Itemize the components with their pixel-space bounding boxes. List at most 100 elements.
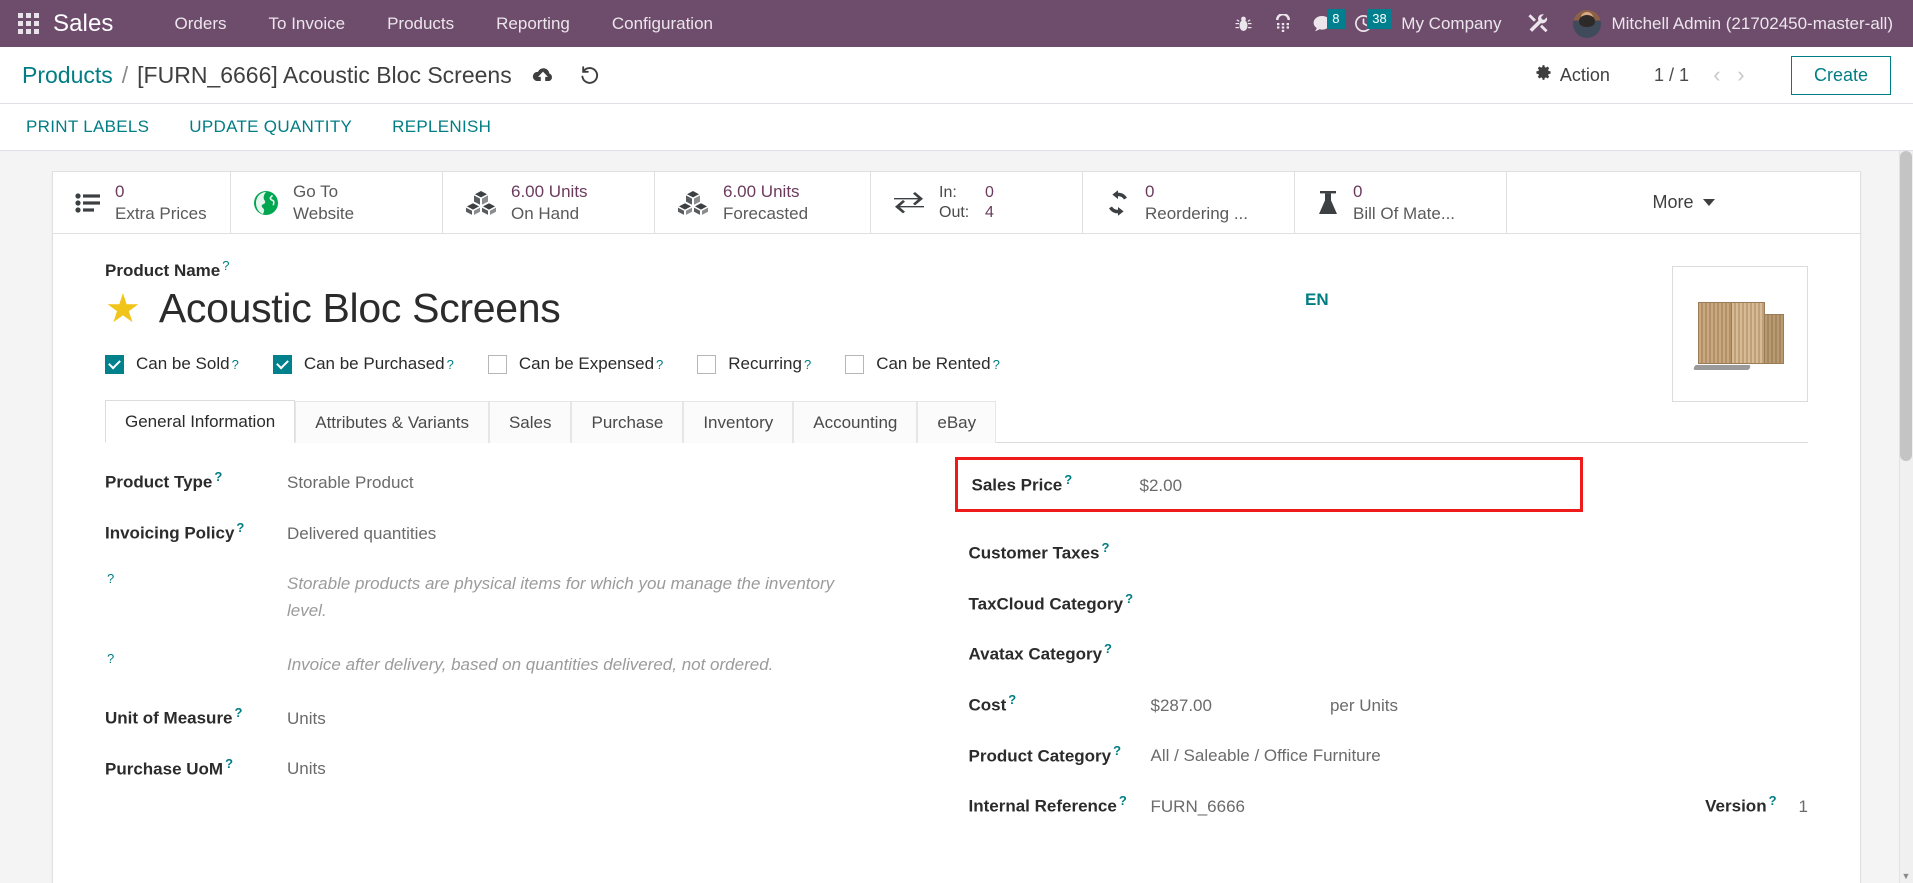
bug-icon[interactable] bbox=[1223, 0, 1263, 47]
tab-ebay[interactable]: eBay bbox=[917, 401, 997, 444]
tab-sales[interactable]: Sales bbox=[488, 401, 572, 444]
help-tooltip-icon[interactable]: ? bbox=[1113, 743, 1121, 758]
more-stat-buttons-dropdown[interactable]: More bbox=[1507, 172, 1860, 233]
user-menu[interactable]: Mitchell Admin (21702450-master-all) bbox=[1559, 9, 1899, 38]
wrench-screwdriver-icon[interactable] bbox=[1519, 0, 1559, 47]
help-tooltip-icon[interactable]: ? bbox=[993, 357, 1000, 372]
help-tooltip-icon[interactable]: ? bbox=[222, 258, 229, 273]
cubes-icon bbox=[677, 190, 709, 216]
help-tooltip-icon[interactable]: ? bbox=[1125, 591, 1133, 606]
field-label: Cost? bbox=[968, 691, 1017, 715]
tab-attributes-variants[interactable]: Attributes & Variants bbox=[295, 401, 489, 444]
product-image[interactable] bbox=[1672, 266, 1808, 402]
update-quantity-button[interactable]: UPDATE QUANTITY bbox=[187, 113, 354, 141]
checkbox-can-be-sold[interactable]: Can be Sold? bbox=[105, 354, 239, 374]
checkbox-box[interactable] bbox=[272, 354, 292, 374]
stat-button-go-to-website[interactable]: Go To Website bbox=[231, 172, 443, 233]
stat-label: On Hand bbox=[511, 203, 580, 223]
field-label: Unit of Measure? bbox=[105, 704, 243, 728]
help-tooltip-icon[interactable]: ? bbox=[1104, 641, 1112, 656]
field-value[interactable]: Units bbox=[287, 759, 326, 779]
checkbox-box[interactable] bbox=[697, 354, 717, 374]
stat-button-box: 0 Extra Prices Go To Website 6.00 Units … bbox=[53, 172, 1860, 234]
field-value[interactable]: $287.00 bbox=[1151, 696, 1212, 716]
field-value[interactable]: FURN_6666 bbox=[1151, 797, 1246, 817]
company-switcher[interactable]: My Company bbox=[1383, 14, 1519, 34]
tab-general-information[interactable]: General Information bbox=[105, 400, 296, 444]
product-name-input[interactable]: Acoustic Bloc Screens bbox=[159, 285, 561, 332]
stat-button-forecasted[interactable]: 6.00 Units Forecasted bbox=[655, 172, 871, 233]
cloud-upload-icon[interactable] bbox=[532, 67, 554, 84]
scrollbar-thumb[interactable] bbox=[1900, 151, 1912, 461]
create-button[interactable]: Create bbox=[1790, 55, 1891, 95]
stat-button-on-hand[interactable]: 6.00 Units On Hand bbox=[443, 172, 655, 233]
stat-button-bill-of-materials[interactable]: 0 Bill Of Mate... bbox=[1295, 172, 1507, 233]
stat-button-in-out[interactable]: In: 0 Out: 4 bbox=[871, 172, 1083, 233]
help-tooltip-icon[interactable]: ? bbox=[225, 756, 233, 771]
checkbox-can-be-purchased[interactable]: Can be Purchased? bbox=[272, 354, 454, 374]
field-label: Product Type? bbox=[105, 469, 223, 492]
checkbox-box[interactable] bbox=[845, 354, 865, 374]
help-tooltip-icon[interactable]: ? bbox=[1769, 793, 1777, 808]
help-tooltip-icon[interactable]: ? bbox=[107, 571, 114, 586]
tab-purchase[interactable]: Purchase bbox=[571, 401, 684, 444]
checkbox-can-be-rented[interactable]: Can be Rented? bbox=[845, 354, 1000, 374]
field-value[interactable]: Delivered quantities bbox=[287, 524, 436, 544]
undo-icon[interactable] bbox=[580, 66, 600, 84]
action-menu[interactable]: Action bbox=[1535, 64, 1610, 86]
nav-item-orders[interactable]: Orders bbox=[154, 0, 248, 47]
nav-item-products[interactable]: Products bbox=[366, 0, 475, 47]
stat-button-extra-prices[interactable]: 0 Extra Prices bbox=[53, 172, 231, 233]
field-value[interactable]: Units bbox=[287, 709, 326, 729]
checkbox-box[interactable] bbox=[487, 354, 507, 374]
field-value[interactable]: Storable Product bbox=[287, 473, 414, 493]
help-tooltip-icon[interactable]: ? bbox=[1008, 692, 1016, 707]
field-invoicing-policy: Invoicing Policy? Delivered quantities bbox=[105, 520, 957, 544]
help-tooltip-icon[interactable]: ? bbox=[1102, 540, 1110, 555]
stat-label: Reordering ... bbox=[1145, 203, 1248, 223]
help-tooltip-icon[interactable]: ? bbox=[804, 357, 811, 372]
navbar-systray: 8 38 My Company Mitchell Admin (21702450… bbox=[1223, 0, 1899, 47]
help-tooltip-icon[interactable]: ? bbox=[1064, 472, 1072, 487]
field-label: Customer Taxes? bbox=[968, 539, 1110, 563]
help-tooltip-icon[interactable]: ? bbox=[656, 357, 663, 372]
checkbox-box[interactable] bbox=[105, 354, 124, 374]
chevron-left-icon[interactable]: ‹ bbox=[1705, 61, 1729, 89]
replenish-button[interactable]: REPLENISH bbox=[390, 113, 493, 141]
sales-price-value[interactable]: $2.00 bbox=[1140, 476, 1183, 496]
flask-icon bbox=[1317, 190, 1339, 216]
record-actions bbox=[532, 66, 626, 84]
messages-icon[interactable]: 8 bbox=[1303, 0, 1345, 47]
tab-inventory[interactable]: Inventory bbox=[683, 401, 794, 444]
stat-button-reordering-rules[interactable]: 0 Reordering ... bbox=[1083, 172, 1295, 233]
field-value[interactable]: 1 bbox=[1799, 797, 1808, 817]
help-tooltip-icon[interactable]: ? bbox=[235, 705, 243, 720]
nav-item-reporting[interactable]: Reporting bbox=[475, 0, 591, 47]
help-tooltip-icon[interactable]: ? bbox=[447, 357, 454, 372]
language-badge[interactable]: EN bbox=[1305, 290, 1329, 310]
tab-accounting[interactable]: Accounting bbox=[793, 401, 918, 444]
vertical-scrollbar[interactable]: ▲ ▼ bbox=[1899, 151, 1913, 883]
activities-clock-icon[interactable]: 38 bbox=[1343, 0, 1392, 47]
checkbox-can-be-expensed[interactable]: Can be Expensed? bbox=[487, 354, 663, 374]
help-tooltip-icon[interactable]: ? bbox=[107, 651, 114, 666]
print-labels-button[interactable]: PRINT LABELS bbox=[24, 113, 151, 141]
favorite-star-icon[interactable]: ★ bbox=[105, 289, 141, 329]
app-name[interactable]: Sales bbox=[53, 10, 114, 38]
scroll-down-arrow[interactable]: ▼ bbox=[1900, 869, 1912, 883]
help-tooltip-icon[interactable]: ? bbox=[232, 357, 239, 372]
field-value[interactable]: All / Saleable / Office Furniture bbox=[1151, 746, 1381, 766]
breadcrumb-parent[interactable]: Products bbox=[22, 62, 113, 89]
help-tooltip-icon[interactable]: ? bbox=[1119, 793, 1127, 808]
dialpad-icon[interactable] bbox=[1263, 0, 1303, 47]
pager: 1 / 1 ‹ › bbox=[1654, 61, 1753, 89]
top-navbar: Sales Orders To Invoice Products Reporti… bbox=[0, 0, 1913, 47]
help-tooltip-icon[interactable]: ? bbox=[214, 469, 222, 484]
help-tooltip-icon[interactable]: ? bbox=[236, 520, 244, 535]
stat-text: 0 Reordering ... bbox=[1145, 181, 1248, 224]
chevron-right-icon[interactable]: › bbox=[1729, 61, 1753, 89]
nav-item-to-invoice[interactable]: To Invoice bbox=[248, 0, 367, 47]
nav-item-configuration[interactable]: Configuration bbox=[591, 0, 734, 47]
checkbox-recurring[interactable]: Recurring? bbox=[697, 354, 811, 374]
apps-grid-icon[interactable] bbox=[18, 13, 39, 34]
